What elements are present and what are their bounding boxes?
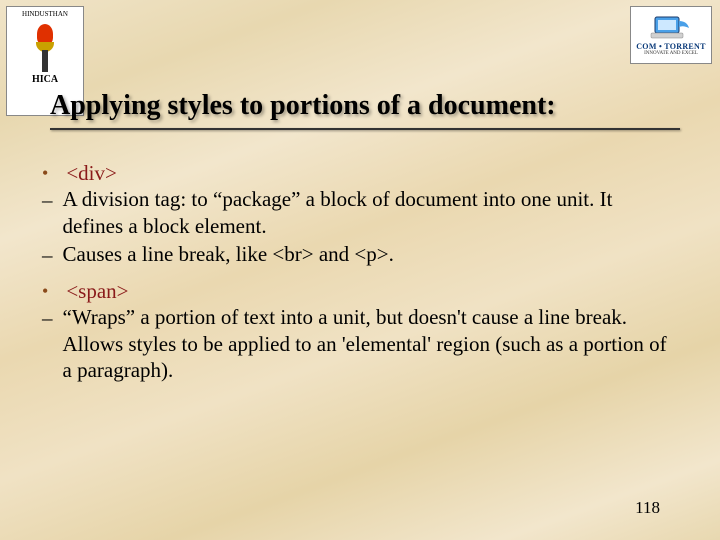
title-block: Applying styles to portions of a documen… [50,90,680,130]
right-org-logo: COM • TORRENT INNOVATE AND EXCEL [630,6,712,64]
sub-bullet-item: – Causes a line break, like <br> and <p>… [42,241,670,268]
slide-title: Applying styles to portions of a documen… [50,90,680,122]
dash-icon: – [42,305,53,383]
sub-bullet-item: – A division tag: to “package” a block o… [42,186,670,239]
dash-icon: – [42,242,53,268]
left-logo-name: HICA [32,74,58,85]
bullet-item: • <span> – “Wraps” a portion of text int… [42,278,670,383]
left-logo-top-text: HINDUSTHAN [22,10,68,18]
computer-icon [649,15,693,41]
right-logo-tagline: INNOVATE AND EXCEL [644,51,698,56]
title-underline [50,128,680,130]
content-area: • <div> – A division tag: to “package” a… [42,160,670,393]
sub-bullet-text: Causes a line break, like <br> and <p>. [63,241,671,268]
bullet-item: • <div> – A division tag: to “package” a… [42,160,670,268]
bullet-head: <div> [66,160,117,186]
sub-bullet-text: A division tag: to “package” a block of … [63,186,671,239]
bullet-icon: • [42,280,48,304]
page-number: 118 [635,498,660,518]
sub-bullet-item: – “Wraps” a portion of text into a unit,… [42,304,670,383]
bullet-icon: • [42,162,48,186]
right-logo-brand: COM • TORRENT [636,42,706,51]
torch-icon [29,22,61,72]
dash-icon: – [42,187,53,239]
sub-bullet-text: “Wraps” a portion of text into a unit, b… [63,304,671,383]
bullet-head: <span> [66,278,128,304]
